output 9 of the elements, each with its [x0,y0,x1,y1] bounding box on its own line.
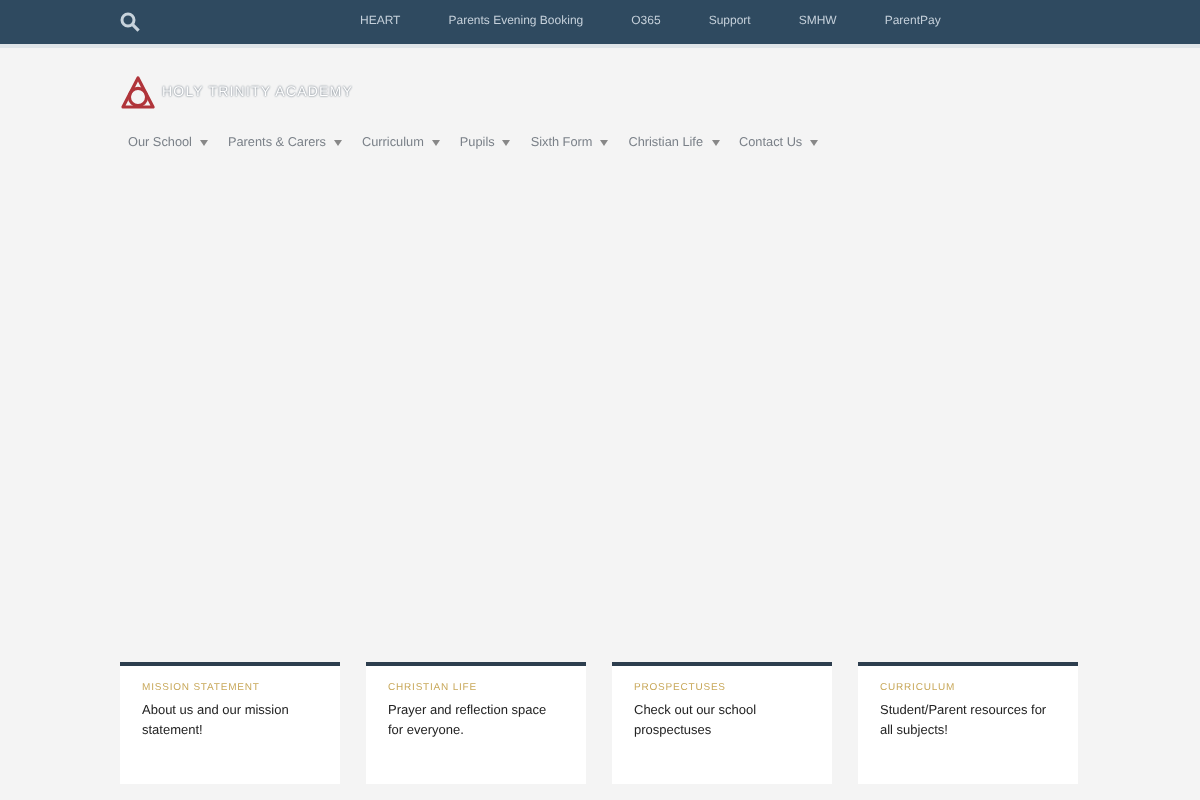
trinity-knot-icon[interactable] [120,76,156,110]
caret-icon [502,140,511,146]
caret-icon [810,140,819,146]
caret-icon [431,140,440,146]
search-icon[interactable] [120,12,140,32]
caret-icon [600,140,609,146]
caret-icon [711,140,720,146]
caret-icon [334,140,342,146]
caret-icon [199,140,208,146]
